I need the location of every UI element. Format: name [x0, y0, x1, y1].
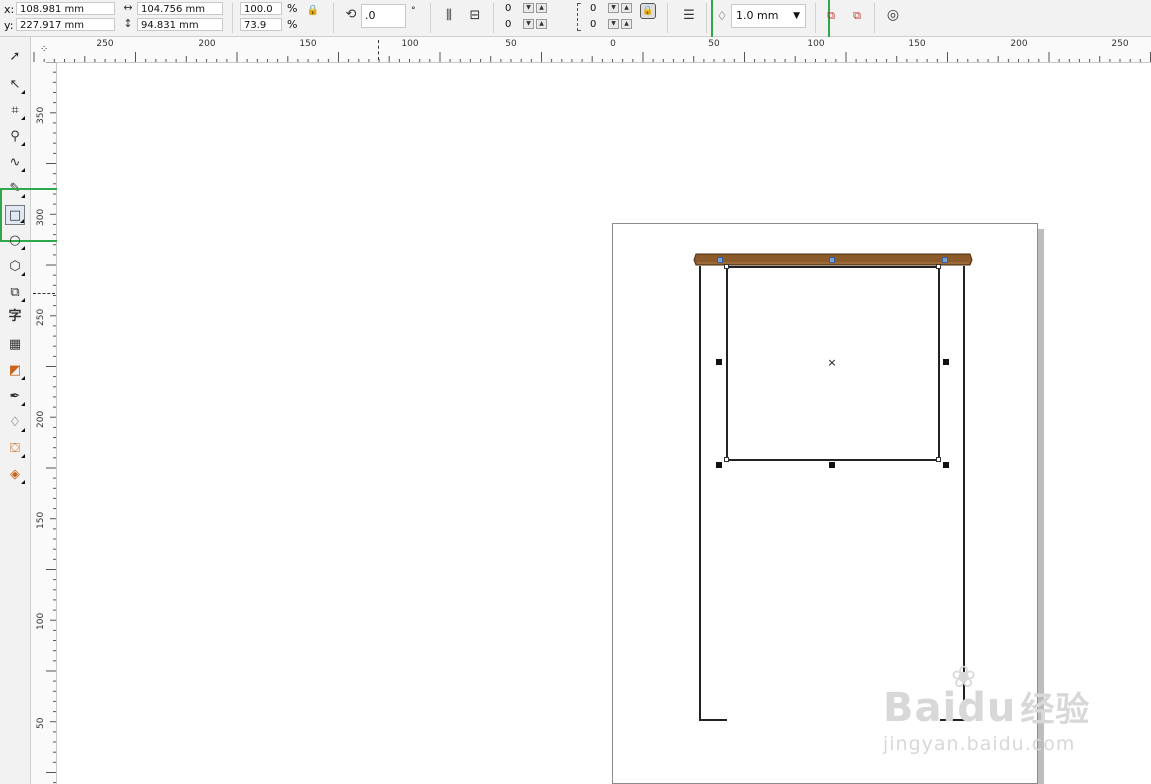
resize-handle-left[interactable] — [716, 359, 722, 365]
corner-node[interactable] — [936, 264, 941, 269]
drawing-objects: × — [693, 253, 973, 721]
watermark-brand-cn: 经验 — [1020, 690, 1091, 730]
ruler-guide-marker — [378, 40, 380, 60]
resize-handle-bottom[interactable] — [829, 462, 835, 468]
resize-handle-bottom-right[interactable] — [943, 462, 949, 468]
watermark-url: jingyan.baidu.com — [883, 733, 1076, 755]
resize-handle-top-right[interactable] — [942, 257, 948, 263]
right-side-panel[interactable] — [940, 266, 965, 721]
selection-center-icon[interactable]: × — [827, 356, 836, 369]
watermark-brand: Baidu 经验 — [883, 682, 1090, 731]
corner-node[interactable] — [724, 264, 729, 269]
resize-handle-top[interactable] — [829, 257, 835, 263]
resize-handle-bottom-left[interactable] — [716, 462, 722, 468]
resize-handle-top-left[interactable] — [717, 257, 723, 263]
corner-node[interactable] — [936, 457, 941, 462]
ruler-guide-marker — [33, 293, 55, 295]
watermark-brand-latin: Baidu — [883, 685, 1017, 731]
left-side-panel[interactable] — [699, 266, 727, 721]
corner-node[interactable] — [724, 457, 729, 462]
paw-icon: ❀ — [951, 660, 977, 695]
resize-handle-right[interactable] — [943, 359, 949, 365]
